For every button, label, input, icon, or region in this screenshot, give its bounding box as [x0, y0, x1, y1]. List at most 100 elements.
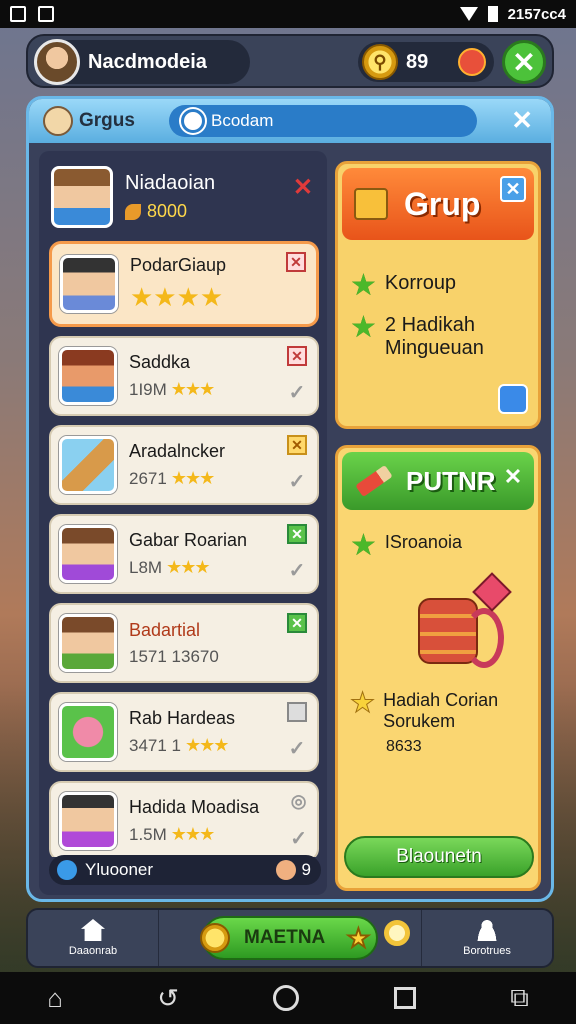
member-list: PodarGiaup ★★★★ ✕ Saddka 1I9M ★★★ ✕ ✓ Arad…: [43, 241, 323, 857]
clock-icon[interactable]: ◎: [291, 791, 307, 812]
rating-stars: ★★★: [166, 557, 210, 577]
gem-icon: [472, 572, 512, 612]
image-notification-icon: [38, 6, 54, 22]
my-profile-card[interactable]: Niadaoian 8000 ✕: [51, 159, 321, 235]
person-icon: [475, 919, 499, 941]
check-icon[interactable]: ✓: [289, 736, 306, 761]
online-icon: [57, 860, 77, 880]
member-stat: L8M: [129, 557, 163, 577]
screenshot-icon[interactable]: ⧉: [510, 982, 529, 1014]
accept-member-button[interactable]: ✕: [287, 613, 307, 633]
list-item[interactable]: Hadida Moadisa 1.5M ★★★ ◎ ✓: [49, 781, 319, 857]
nav-home[interactable]: Daaonrab: [28, 910, 158, 966]
remove-member-button[interactable]: ✕: [286, 252, 306, 272]
main-action-button[interactable]: MAETNA ★: [200, 916, 410, 960]
bomb-icon: [275, 860, 296, 880]
list-item[interactable]: PodarGiaup ★★★★ ✕: [49, 241, 319, 327]
notification-icon: [10, 6, 26, 22]
status-bar: 2157cc4: [0, 0, 576, 28]
nav-profile[interactable]: Borotrues: [422, 910, 552, 966]
member-avatar: [59, 347, 117, 405]
member-avatar: [60, 255, 118, 313]
claim-button[interactable]: Blaounetn: [344, 836, 534, 878]
nav-profile-label: Borotrues: [463, 945, 511, 957]
back-icon[interactable]: ↺: [157, 983, 179, 1014]
card-line-text: Korroup: [384, 272, 457, 294]
list-item[interactable]: Gabar Roarian L8M ★★★ ✕ ✓: [49, 514, 319, 594]
home-icon: [81, 919, 105, 941]
panel-title: Grgus: [79, 110, 135, 131]
panel-close-icon[interactable]: ✕: [511, 105, 533, 136]
card-line: ★ ISroanoia: [350, 529, 526, 562]
card-line: 8633: [386, 738, 526, 756]
add-coins-icon[interactable]: [458, 48, 486, 76]
ribbon-icon: [464, 608, 504, 668]
recents-icon[interactable]: [393, 987, 416, 1009]
group-icon: [43, 106, 73, 136]
star-icon: ★: [350, 311, 377, 344]
card-close-button[interactable]: ✕: [500, 176, 526, 202]
coin-counter[interactable]: ⚲ 89: [358, 42, 494, 82]
claim-button-label: Blaounetn: [396, 846, 482, 867]
online-label: Yluooner: [85, 860, 154, 879]
refresh-button[interactable]: [498, 384, 528, 414]
status-time: 2157cc4: [507, 5, 566, 23]
member-stat: 1I9M: [129, 379, 167, 399]
my-score-value: 8000: [147, 201, 188, 221]
member-stat: 3471 1: [129, 735, 181, 755]
groups-panel: Grgus Bcodam ✕ Niadaoian 8000 ✕ PodarGia…: [26, 96, 554, 902]
list-item[interactable]: Saddka 1I9M ★★★ ✕ ✓: [49, 336, 319, 416]
check-icon[interactable]: ✓: [290, 826, 307, 851]
my-name: Niadaoian: [125, 172, 216, 194]
pencil-icon: [355, 464, 393, 498]
search-value: Bcodam: [211, 111, 274, 130]
rating-stars: ★★★★: [130, 282, 224, 312]
member-avatar: [59, 703, 117, 761]
check-icon[interactable]: ✓: [289, 558, 306, 583]
list-item[interactable]: Badartial 1571 13670 ✕: [49, 603, 319, 683]
player-name: Nacdmodeia: [88, 50, 207, 73]
nav-home-label: Daaonrab: [68, 945, 118, 957]
nav-center: MAETNA ★: [158, 910, 422, 966]
player-profile[interactable]: Nacdmodeia: [34, 39, 250, 85]
member-avatar: [59, 525, 117, 583]
home-system-icon[interactable]: ⌂: [47, 983, 63, 1014]
rating-stars: ★★★: [185, 735, 229, 755]
member-name: Hadida Moadisa: [129, 797, 260, 817]
list-item[interactable]: Aradalncker 2671 ★★★ ✕ ✓: [49, 425, 319, 505]
photo-icon[interactable]: [287, 702, 307, 722]
my-profile-close-icon[interactable]: ✕: [293, 173, 313, 202]
group-member-column: Niadaoian 8000 ✕ PodarGiaup ★★★★ ✕ Saddk…: [39, 151, 327, 895]
remove-member-button[interactable]: ✕: [287, 435, 307, 455]
accept-member-button[interactable]: ✕: [287, 524, 307, 544]
card-line: ★ 2 Hadikah Mingueuan: [350, 311, 526, 360]
search-input[interactable]: Bcodam: [169, 105, 477, 137]
group-info-card: Grup ✕ ★ Korroup ★ 2 Hadikah Mingueuan: [335, 161, 541, 429]
member-stat: 2671: [129, 468, 167, 488]
card-close-button[interactable]: ✕: [500, 466, 526, 492]
remove-member-button[interactable]: ✕: [287, 346, 307, 366]
check-icon[interactable]: ✓: [289, 469, 306, 494]
check-icon[interactable]: ✓: [289, 380, 306, 405]
search-coin-icon: ⚲: [362, 44, 398, 80]
wifi-icon: [459, 7, 478, 21]
card-line-text: 2 Hadikah Mingueuan: [384, 314, 484, 359]
coin-value: 89: [406, 50, 429, 73]
star-icon: ★: [350, 269, 377, 302]
list-item[interactable]: Rab Hardeas 3471 1 ★★★ ✓: [49, 692, 319, 772]
star-icon: ★: [350, 529, 377, 562]
system-navigation-bar: ⌂ ↺ ⧉: [0, 972, 576, 1024]
member-avatar: [59, 792, 117, 850]
home-circle-icon[interactable]: [273, 985, 300, 1011]
card-line-text: Hadiah Corian Sorukem: [383, 690, 499, 731]
close-button[interactable]: ✕: [502, 40, 546, 84]
leaf-icon: [125, 203, 141, 220]
magnifier-icon[interactable]: [384, 920, 410, 946]
reward-chest-image: [398, 568, 518, 678]
rating-stars: ★★★: [170, 468, 215, 488]
card-header: Grup ✕: [342, 168, 534, 240]
card-line-text: ISroanoia: [384, 532, 462, 552]
card-header: PUTNR ✕: [342, 452, 534, 510]
online-members-bar[interactable]: Yluooner 9: [49, 855, 321, 885]
card-title: Grup: [404, 185, 481, 222]
